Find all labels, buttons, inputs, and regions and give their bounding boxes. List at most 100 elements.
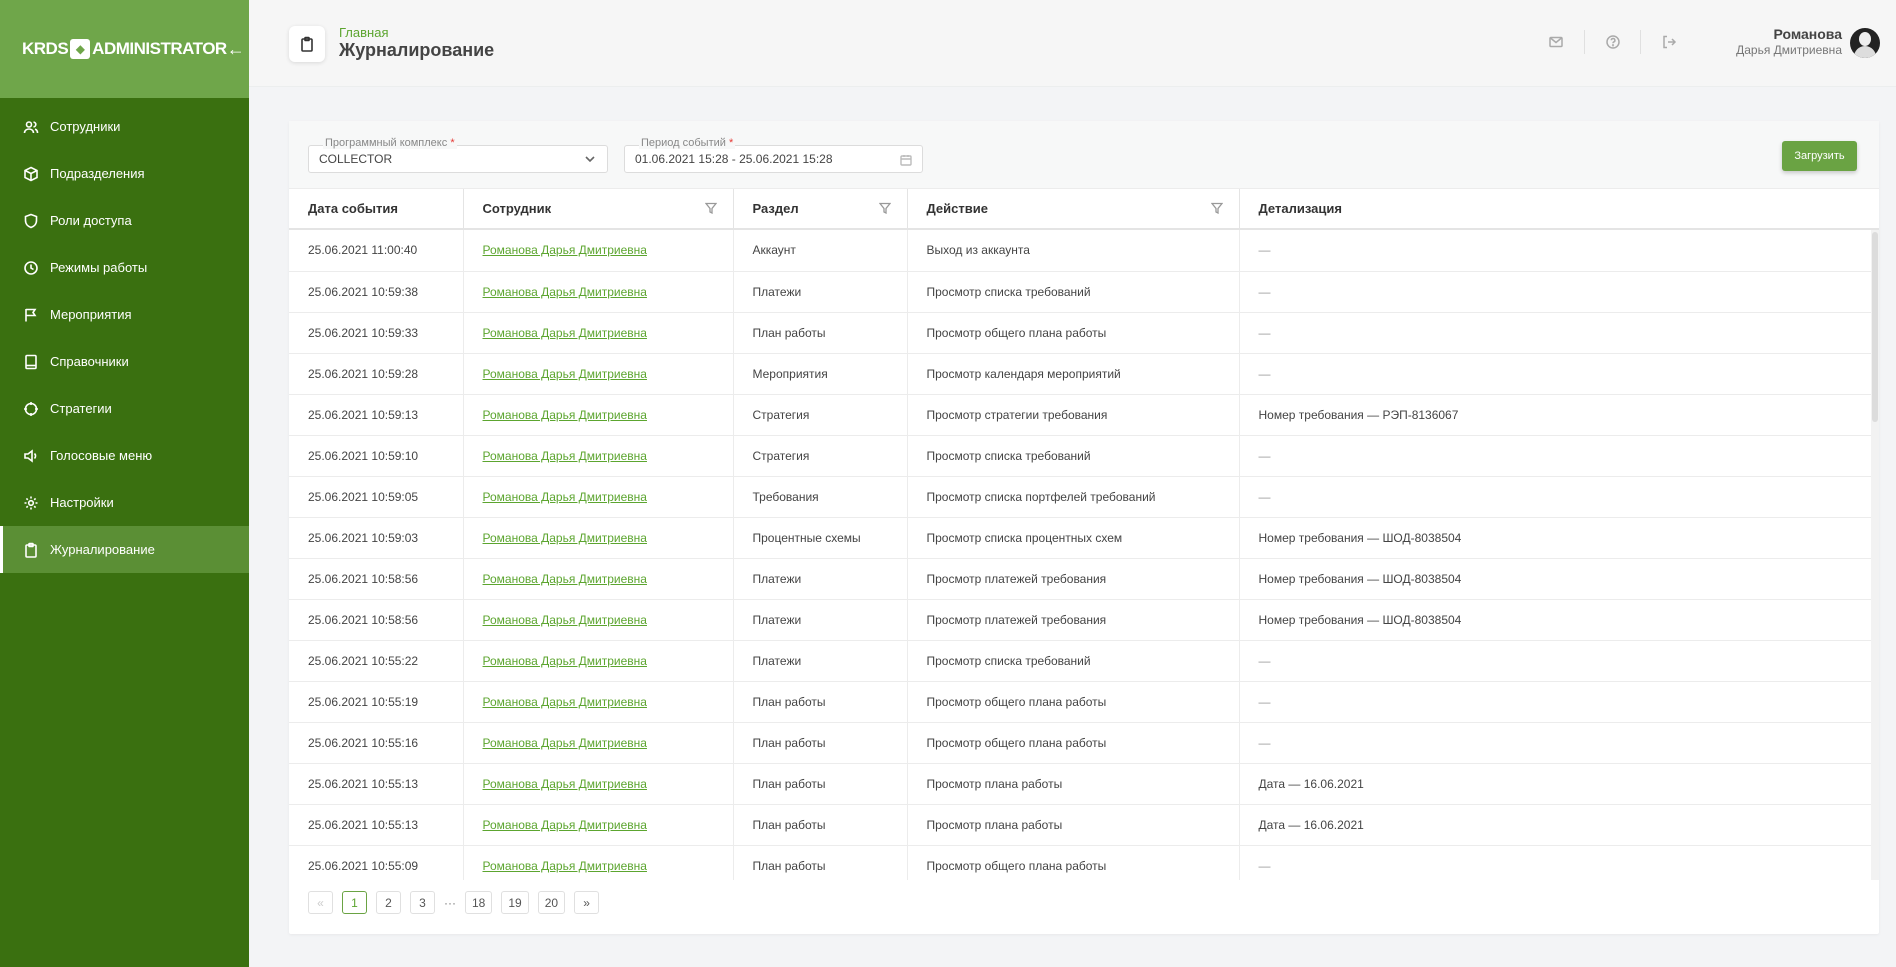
page-button[interactable]: 1 — [342, 891, 367, 914]
sidebar-item-10[interactable]: Журналирование — [0, 526, 249, 573]
sidebar-item-1[interactable]: Сотрудники — [0, 103, 249, 150]
table-row[interactable]: 25.06.2021 10:59:03 Романова Дарья Дмитри… — [289, 517, 1879, 559]
filter-icon[interactable] — [878, 202, 891, 217]
period-picker[interactable]: Период событий * 01.06.2021 15:28 - 25.0… — [624, 137, 923, 173]
cell-action: Просмотр общего плана работы — [907, 845, 1240, 880]
table-row[interactable]: 25.06.2021 10:59:28 Романова Дарья Дмитри… — [289, 353, 1879, 395]
sidebar-item-7[interactable]: Стратегии — [0, 385, 249, 432]
table-row[interactable]: 25.06.2021 10:59:33 Романова Дарья Дмитри… — [289, 312, 1879, 354]
page-title: Журналирование — [339, 40, 495, 60]
sidebar-item-5[interactable]: Мероприятия — [0, 291, 249, 338]
cell-detail: — — [1239, 353, 1879, 395]
table-row[interactable]: 25.06.2021 10:59:13 Романова Дарья Дмитри… — [289, 394, 1879, 436]
collapse-sidebar-icon[interactable]: ← — [227, 39, 245, 60]
table-row[interactable]: 25.06.2021 10:58:56 Романова Дарья Дмитри… — [289, 558, 1879, 600]
filter-icon[interactable] — [1210, 202, 1223, 217]
cell-employee: Романова Дарья Дмитриевна — [463, 394, 734, 436]
sidebar-item-3[interactable]: Роли доступа — [0, 197, 249, 244]
employee-link[interactable]: Романова Дарья Дмитриевна — [483, 531, 647, 545]
user-first-names: Дарья Дмитриевна — [1736, 43, 1842, 57]
mail-icon[interactable] — [1528, 30, 1584, 54]
page-button[interactable]: 20 — [537, 891, 566, 914]
table-row[interactable]: 25.06.2021 10:58:56 Романова Дарья Дмитри… — [289, 599, 1879, 641]
prev-page-button[interactable]: « — [308, 891, 333, 914]
page-button[interactable]: 18 — [465, 891, 493, 914]
table-row[interactable]: 25.06.2021 10:55:13 Романова Дарья Дмитри… — [289, 763, 1879, 805]
next-page-button[interactable]: » — [574, 891, 600, 914]
employee-link[interactable]: Романова Дарья Дмитриевна — [483, 367, 647, 381]
employee-link[interactable]: Романова Дарья Дмитриевна — [483, 859, 647, 873]
table-row[interactable]: 25.06.2021 10:55:22 Романова Дарья Дмитри… — [289, 640, 1879, 682]
cell-action: Просмотр календаря мероприятий — [907, 353, 1240, 395]
flag-icon — [22, 306, 40, 324]
column-header[interactable]: Раздел — [733, 189, 908, 230]
table-scrollbar[interactable] — [1871, 230, 1879, 880]
cell-employee: Романова Дарья Дмитриевна — [463, 804, 734, 846]
avatar[interactable] — [1850, 28, 1880, 58]
column-header[interactable]: Дата события — [289, 189, 464, 230]
table-row[interactable]: 25.06.2021 10:59:10 Романова Дарья Дмитри… — [289, 435, 1879, 477]
gear-icon — [22, 494, 40, 512]
employee-link[interactable]: Романова Дарья Дмитриевна — [483, 695, 647, 709]
cube-icon — [22, 165, 40, 183]
table-row[interactable]: 25.06.2021 10:55:09 Романова Дарья Дмитри… — [289, 845, 1879, 880]
employee-link[interactable]: Романова Дарья Дмитриевна — [483, 777, 647, 791]
cell-detail: Номер требования — ШОД-8038504 — [1239, 517, 1879, 559]
employee-link[interactable]: Романова Дарья Дмитриевна — [483, 736, 647, 750]
load-button[interactable]: Загрузить — [1782, 141, 1857, 171]
table-row[interactable]: 25.06.2021 11:00:40 Романова Дарья Дмитри… — [289, 230, 1879, 272]
cell-employee: Романова Дарья Дмитриевна — [463, 640, 734, 682]
app-logo[interactable]: KRDS ◆ ADMINISTRATOR — [22, 39, 227, 59]
cell-employee: Романова Дарья Дмитриевна — [463, 476, 734, 518]
employee-link[interactable]: Романова Дарья Дмитриевна — [483, 285, 647, 299]
table-row[interactable]: 25.06.2021 10:55:13 Романова Дарья Дмитри… — [289, 804, 1879, 846]
cell-employee: Романова Дарья Дмитриевна — [463, 681, 734, 723]
cell-section: Платежи — [733, 640, 908, 682]
employee-link[interactable]: Романова Дарья Дмитриевна — [483, 408, 647, 422]
cell-employee: Романова Дарья Дмитриевна — [463, 845, 734, 880]
breadcrumb[interactable]: Главная — [339, 25, 388, 40]
calendar-icon[interactable] — [900, 153, 912, 171]
employee-link[interactable]: Романова Дарья Дмитриевна — [483, 572, 647, 586]
table-row[interactable]: 25.06.2021 10:59:05 Романова Дарья Дмитри… — [289, 476, 1879, 518]
cell-action: Просмотр плана работы — [907, 763, 1240, 805]
table-row[interactable]: 25.06.2021 10:55:19 Романова Дарья Дмитри… — [289, 681, 1879, 723]
scrollbar-thumb[interactable] — [1872, 232, 1878, 422]
employee-link[interactable]: Романова Дарья Дмитриевна — [483, 243, 647, 257]
table-row[interactable]: 25.06.2021 10:59:38 Романова Дарья Дмитри… — [289, 271, 1879, 313]
sidebar-item-8[interactable]: Голосовые меню — [0, 432, 249, 479]
complex-select[interactable]: Программный комплекс * COLLECTOR — [308, 137, 608, 173]
cell-detail: — — [1239, 230, 1879, 272]
logout-icon[interactable] — [1640, 30, 1696, 54]
column-header[interactable]: Действие — [907, 189, 1240, 230]
sidebar-item-6[interactable]: Справочники — [0, 338, 249, 385]
help-icon[interactable] — [1584, 30, 1640, 54]
table-body-scroll[interactable]: 25.06.2021 11:00:40 Романова Дарья Дмитри… — [289, 230, 1879, 880]
sidebar-item-2[interactable]: Подразделения — [0, 150, 249, 197]
page-button[interactable]: 3 — [410, 891, 435, 914]
employee-link[interactable]: Романова Дарья Дмитриевна — [483, 654, 647, 668]
cell-detail: — — [1239, 722, 1879, 764]
sidebar-item-9[interactable]: Настройки — [0, 479, 249, 526]
user-info[interactable]: Романова Дарья Дмитриевна — [1736, 26, 1842, 57]
filter-icon[interactable] — [704, 202, 717, 217]
page-button[interactable]: 2 — [376, 891, 401, 914]
user-last-name: Романова — [1773, 26, 1842, 42]
journal-card: Программный комплекс * COLLECTOR Период … — [289, 121, 1879, 934]
cell-detail: — — [1239, 681, 1879, 723]
table-row[interactable]: 25.06.2021 10:55:16 Романова Дарья Дмитри… — [289, 722, 1879, 764]
page-button[interactable]: 19 — [501, 891, 529, 914]
employee-link[interactable]: Романова Дарья Дмитриевна — [483, 326, 647, 340]
employee-link[interactable]: Романова Дарья Дмитриевна — [483, 613, 647, 627]
column-header[interactable]: Сотрудник — [463, 189, 734, 230]
cell-date: 25.06.2021 11:00:40 — [289, 230, 464, 272]
cell-action: Просмотр списка процентных схем — [907, 517, 1240, 559]
cell-date: 25.06.2021 10:55:16 — [289, 722, 464, 764]
employee-link[interactable]: Романова Дарья Дмитриевна — [483, 449, 647, 463]
sidebar-item-4[interactable]: Режимы работы — [0, 244, 249, 291]
column-header[interactable]: Детализация — [1239, 189, 1879, 230]
employee-link[interactable]: Романова Дарья Дмитриевна — [483, 818, 647, 832]
employee-link[interactable]: Романова Дарья Дмитриевна — [483, 490, 647, 504]
cell-employee: Романова Дарья Дмитриевна — [463, 435, 734, 477]
cell-date: 25.06.2021 10:59:33 — [289, 312, 464, 354]
